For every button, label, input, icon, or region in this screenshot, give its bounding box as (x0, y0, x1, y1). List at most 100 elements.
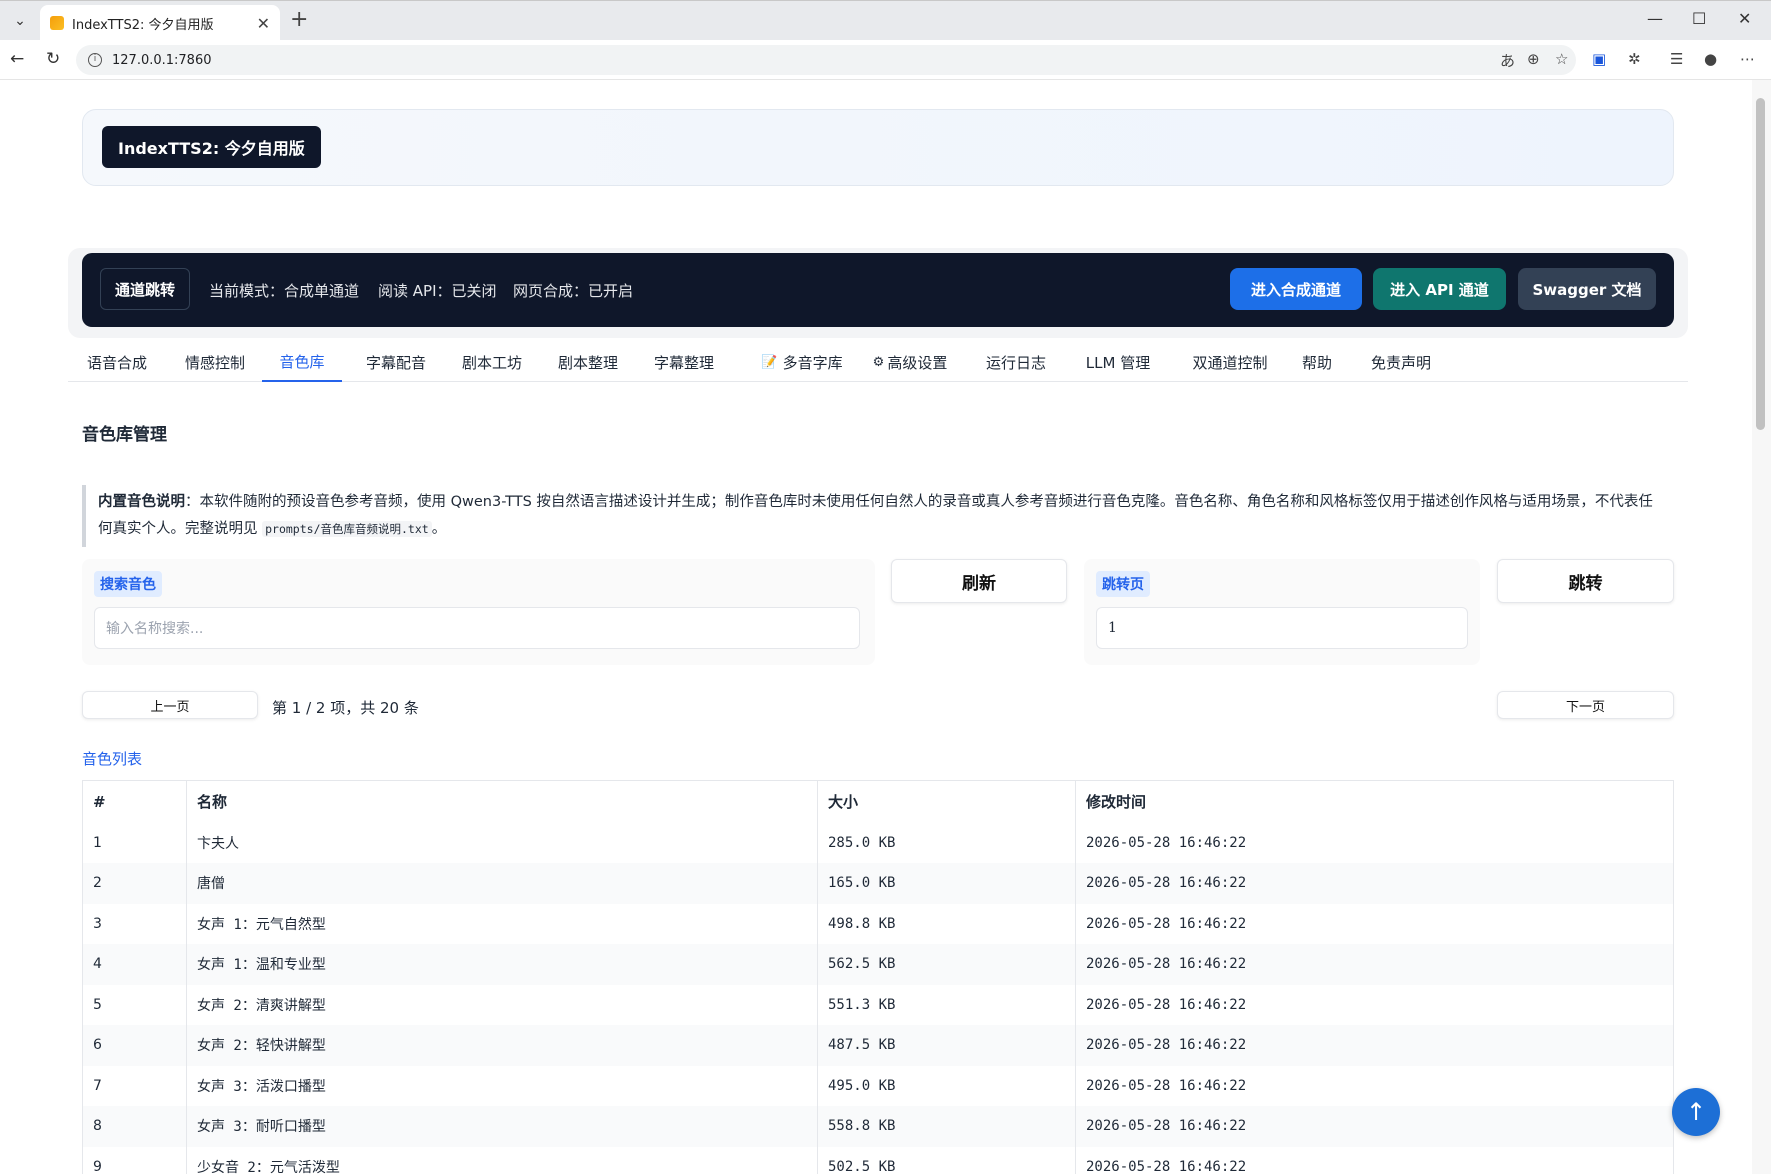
col-name-header[interactable]: 名称 (186, 780, 818, 823)
cell-size: 502.5 KB (817, 1146, 1076, 1174)
extension-icon[interactable]: ▣ (1592, 50, 1606, 68)
favorite-star-icon[interactable]: ☆ (1555, 50, 1568, 68)
search-input[interactable]: 输入名称搜索... (94, 607, 860, 649)
cell-size: 498.8 KB (817, 903, 1076, 944)
minimize-icon[interactable]: — (1647, 9, 1663, 28)
tab-subtitle-organize[interactable]: 字幕整理 (636, 342, 732, 382)
next-page-button[interactable]: 下一页 (1497, 691, 1674, 719)
table-row[interactable]: 3 女声 1：元气自然型 498.8 KB 2026-05-28 16:46:22 (82, 903, 1674, 944)
cell-modified: 2026-05-28 16:46:22 (1075, 1106, 1674, 1147)
notice-bold: 内置音色说明 (98, 494, 185, 510)
site-info-icon[interactable]: i (88, 53, 102, 67)
table-row[interactable]: 6 女声 2：轻快讲解型 487.5 KB 2026-05-28 16:46:22 (82, 1025, 1674, 1066)
page-content: IndexTTS2: 今夕自用版 通道跳转 当前模式：合成单通道 阅读 API：… (0, 80, 1752, 1174)
tab-help[interactable]: 帮助 (1286, 342, 1348, 382)
channel-jump-badge: 通道跳转 (100, 268, 191, 310)
section-title: 音色库管理 (82, 425, 167, 445)
cell-modified: 2026-05-28 16:46:22 (1075, 984, 1674, 1025)
browser-titlebar: ⌄ IndexTTS2: 今夕自用版 ✕ + — ☐ ✕ (0, 0, 1771, 41)
tab-subtitle-dub[interactable]: 字幕配音 (348, 342, 444, 382)
jump-button[interactable]: 跳转 (1497, 559, 1674, 603)
arrow-left-icon[interactable]: ← (10, 49, 24, 69)
scrollbar-thumb[interactable] (1756, 98, 1765, 430)
table-row[interactable]: 9 少女音 2：元气活泼型 502.5 KB 2026-05-28 16:46:22 (82, 1146, 1674, 1174)
profile-avatar-icon[interactable]: ● (1704, 50, 1717, 68)
current-mode-text: 当前模式：合成单通道 (209, 282, 360, 300)
col-index-header[interactable]: # (82, 780, 187, 823)
tab-llm[interactable]: LLM 管理 (1066, 342, 1170, 382)
cell-modified: 2026-05-28 16:46:22 (1075, 944, 1674, 985)
cell-name: 唐僧 (186, 863, 818, 904)
enter-synth-channel-button[interactable]: 进入合成通道 (1230, 268, 1362, 310)
table-row[interactable]: 2 唐僧 165.0 KB 2026-05-28 16:46:22 (82, 863, 1674, 904)
col-size-header[interactable]: 大小 (817, 780, 1076, 823)
cell-modified: 2026-05-28 16:46:22 (1075, 863, 1674, 904)
close-window-icon[interactable]: ✕ (1738, 9, 1751, 28)
enter-api-channel-button[interactable]: 进入 API 通道 (1373, 268, 1506, 310)
tab-disclaimer[interactable]: 免责声明 (1354, 342, 1448, 382)
cell-index: 6 (82, 1025, 187, 1066)
notice-code: prompts/音色库音频说明.txt (262, 521, 432, 537)
extensions-puzzle-icon[interactable]: ✲ (1628, 50, 1641, 68)
cell-name: 女声 3：活泼口播型 (186, 1065, 818, 1106)
scroll-to-top-button[interactable]: ↑ (1672, 1088, 1720, 1136)
col-modified-header[interactable]: 修改时间 (1075, 780, 1674, 823)
api-status-text: 阅读 API：已关闭 (378, 282, 497, 300)
zoom-icon[interactable]: ⊕ (1527, 50, 1540, 68)
cell-index: 4 (82, 944, 187, 985)
gear-icon: ⚙ (872, 354, 885, 370)
table-row[interactable]: 7 女声 3：活泼口播型 495.0 KB 2026-05-28 16:46:22 (82, 1065, 1674, 1106)
tab-advanced[interactable]: ⚙ 高级设置 (864, 342, 956, 382)
cell-size: 495.0 KB (817, 1065, 1076, 1106)
cell-name: 女声 2：清爽讲解型 (186, 984, 818, 1025)
cell-index: 7 (82, 1065, 187, 1106)
cell-size: 558.8 KB (817, 1106, 1076, 1147)
tab-tts[interactable]: 语音合成 (68, 342, 166, 382)
voice-table: # 名称 大小 修改时间 1 卞夫人 285.0 KB 2026-05-28 16:4… (82, 780, 1674, 1174)
translate-icon[interactable]: あ (1500, 50, 1515, 71)
cell-index: 9 (82, 1146, 187, 1174)
tab-voice-library[interactable]: 音色库 (262, 342, 342, 382)
cell-index: 5 (82, 984, 187, 1025)
table-row[interactable]: 8 女声 3：耐听口播型 558.8 KB 2026-05-28 16:46:22 (82, 1106, 1674, 1147)
tab-script-workshop[interactable]: 剧本工坊 (444, 342, 540, 382)
cell-name: 女声 1：温和专业型 (186, 944, 818, 985)
tab-list-icon[interactable]: ⌄ (8, 10, 32, 32)
builtin-voice-notice: 内置音色说明：本软件随附的预设音色参考音频，使用 Qwen3-TTS 按自然语言… (82, 485, 1674, 547)
url-field[interactable]: i 127.0.0.1:7860 (76, 45, 1576, 75)
cell-modified: 2026-05-28 16:46:22 (1075, 1025, 1674, 1066)
cell-index: 1 (82, 822, 187, 863)
tab-polyphone[interactable]: 📝 多音字库 (744, 342, 860, 382)
cell-modified: 2026-05-28 16:46:22 (1075, 1146, 1674, 1174)
favicon-icon (50, 16, 64, 30)
tab-logs[interactable]: 运行日志 (968, 342, 1064, 382)
tab-dual-channel[interactable]: 双通道控制 (1176, 342, 1284, 382)
prev-page-button[interactable]: 上一页 (82, 691, 258, 719)
more-menu-icon[interactable]: ⋯ (1740, 50, 1755, 68)
tab-script-organize[interactable]: 剧本整理 (540, 342, 636, 382)
swagger-docs-button[interactable]: Swagger 文档 (1518, 268, 1656, 310)
new-tab-icon[interactable]: + (290, 7, 308, 32)
table-row[interactable]: 4 女声 1：温和专业型 562.5 KB 2026-05-28 16:46:22 (82, 944, 1674, 985)
cell-modified: 2026-05-28 16:46:22 (1075, 822, 1674, 863)
tab-emotion[interactable]: 情感控制 (166, 342, 264, 382)
jump-page-input[interactable]: 1 (1096, 607, 1468, 649)
cell-size: 285.0 KB (817, 822, 1076, 863)
cell-index: 2 (82, 863, 187, 904)
reload-icon[interactable]: ↻ (46, 49, 60, 69)
maximize-icon[interactable]: ☐ (1692, 9, 1706, 28)
table-body: 1 卞夫人 285.0 KB 2026-05-28 16:46:22 2 唐僧 165.0 … (82, 822, 1674, 1174)
browser-tab-title: IndexTTS2: 今夕自用版 (72, 17, 214, 33)
favorites-icon[interactable]: ☰ (1670, 50, 1683, 68)
close-tab-icon[interactable]: ✕ (257, 14, 270, 33)
cell-size: 487.5 KB (817, 1025, 1076, 1066)
cell-size: 551.3 KB (817, 984, 1076, 1025)
cell-index: 3 (82, 903, 187, 944)
jump-page-label: 跳转页 (1096, 571, 1150, 597)
table-row[interactable]: 1 卞夫人 285.0 KB 2026-05-28 16:46:22 (82, 822, 1674, 863)
jump-panel: 跳转页 1 (1084, 559, 1480, 665)
cell-name: 少女音 2：元气活泼型 (186, 1146, 818, 1174)
browser-tab[interactable]: IndexTTS2: 今夕自用版 ✕ (40, 5, 280, 41)
refresh-button[interactable]: 刷新 (891, 559, 1067, 603)
table-row[interactable]: 5 女声 2：清爽讲解型 551.3 KB 2026-05-28 16:46:22 (82, 984, 1674, 1025)
